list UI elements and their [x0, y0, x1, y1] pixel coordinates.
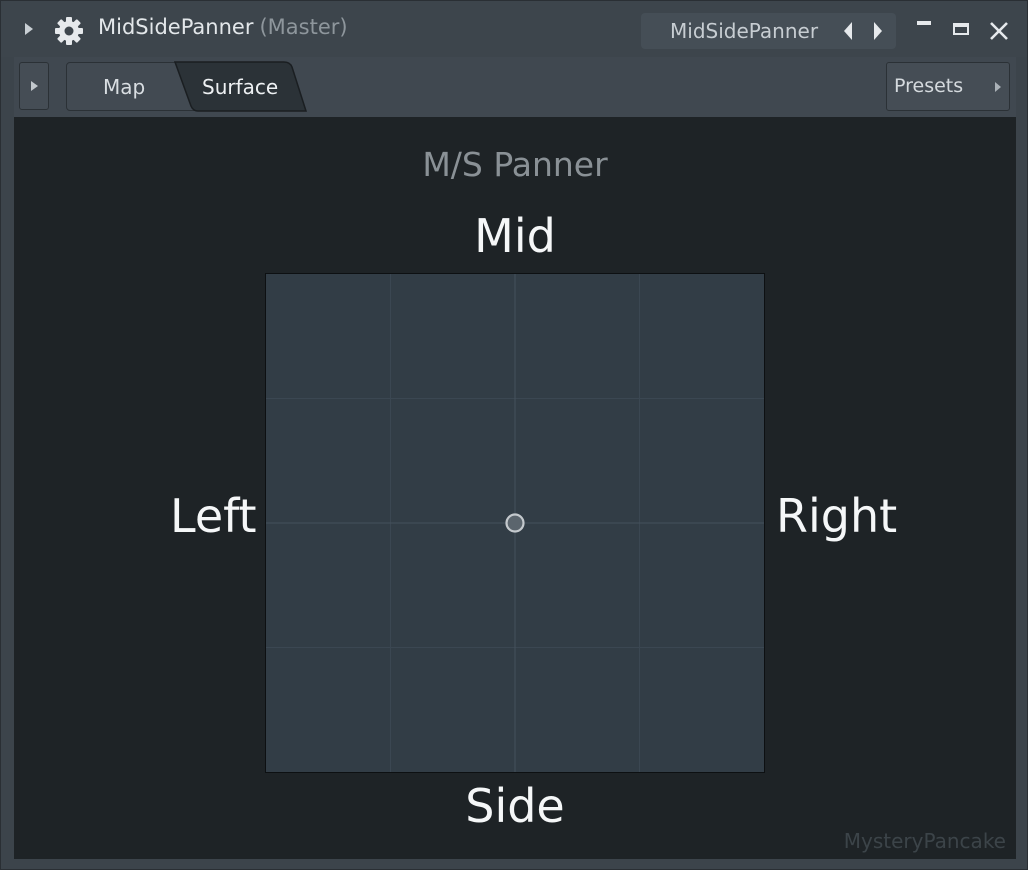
previous-plugin-icon[interactable]	[841, 21, 855, 41]
expand-arrow-icon	[31, 81, 38, 91]
xy-pad[interactable]	[265, 273, 765, 773]
plugin-window: MidSidePanner(Master) MidSidePanner Map	[0, 0, 1028, 870]
surface-panel: M/S Panner Mid Left Right Side MysteryPa…	[14, 117, 1016, 859]
title-bar[interactable]: MidSidePanner (Master) MidSidePanner	[1, 1, 1027, 57]
presets-arrow-icon	[995, 82, 1001, 92]
tab-surface[interactable]: Surface	[174, 61, 308, 113]
left-label: Left	[170, 489, 257, 543]
expand-button[interactable]	[19, 62, 49, 110]
next-plugin-icon[interactable]	[871, 21, 885, 41]
close-icon[interactable]	[989, 21, 1009, 41]
presets-button[interactable]: Presets	[886, 62, 1010, 111]
plugin-selector-label: MidSidePanner	[670, 19, 819, 43]
minimize-icon[interactable]	[917, 21, 931, 25]
pan-handle[interactable]	[503, 511, 527, 535]
mid-label: Mid	[474, 209, 556, 263]
channel-label: (Master)	[259, 15, 348, 39]
toolbar: Map Surface Presets	[14, 57, 1016, 117]
gear-icon[interactable]	[54, 16, 84, 46]
tab-map-label: Map	[103, 75, 146, 99]
panel-title: M/S Panner	[422, 145, 608, 184]
watermark: MysteryPancake	[843, 829, 1006, 853]
presets-label: Presets	[894, 75, 964, 97]
collapse-arrow-icon[interactable]	[25, 23, 33, 35]
tab-surface-label: Surface	[202, 75, 279, 99]
side-label: Side	[465, 779, 565, 833]
plugin-selector[interactable]: MidSidePanner	[641, 13, 896, 49]
window-title: MidSidePanner (Master)	[98, 15, 348, 39]
maximize-icon[interactable]	[953, 23, 969, 35]
right-label: Right	[776, 489, 898, 543]
plugin-title: MidSidePanner	[98, 15, 254, 39]
